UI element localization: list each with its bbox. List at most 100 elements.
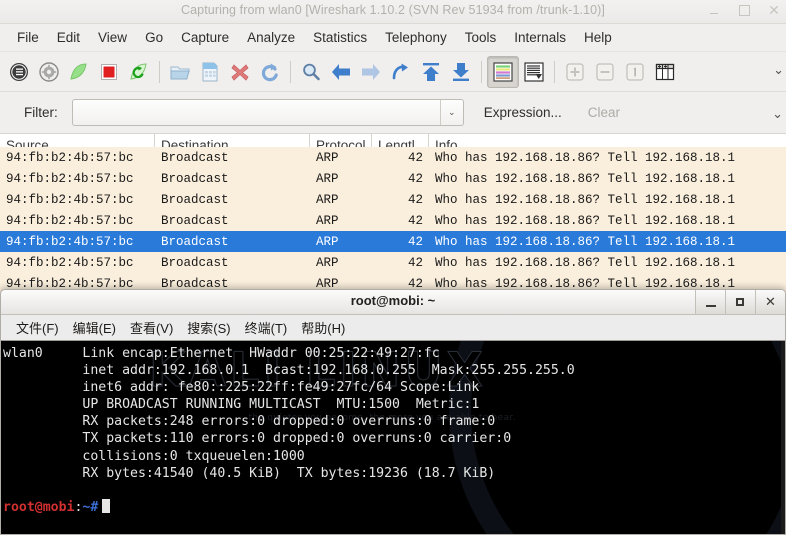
toolbar-stop-capture-button[interactable] <box>94 57 124 87</box>
packet-row[interactable]: 94:fb:b2:4b:57:bcBroadcastARP42Who has 1… <box>0 189 786 210</box>
wireshark-close-button[interactable]: ✕ <box>766 2 782 18</box>
toolbar-colorize-button[interactable] <box>487 56 519 88</box>
packet-row[interactable]: 94:fb:b2:4b:57:bcBroadcastARP42Who has 1… <box>0 210 786 231</box>
toolbar-zoom-out-button[interactable] <box>590 57 620 87</box>
toolbar-go-last-packet-button[interactable] <box>446 57 476 87</box>
toolbar-separator-1 <box>159 61 160 83</box>
terminal-line: collisions:0 txqueuelen:1000 <box>3 448 785 465</box>
toolbar-save-file-button[interactable] <box>195 57 225 87</box>
terminal-line: TX packets:110 errors:0 dropped:0 overru… <box>3 430 785 447</box>
packet-cell-protocol: ARP <box>310 172 372 186</box>
packet-row[interactable]: 94:fb:b2:4b:57:bcBroadcastARP42Who has 1… <box>0 168 786 189</box>
packet-cell-info: Who has 192.168.18.86? Tell 192.168.18.1 <box>429 235 786 249</box>
packet-cell-length: 42 <box>372 214 429 228</box>
terminal-title: root@mobi: ~ <box>1 293 785 308</box>
packet-cell-info: Who has 192.168.18.86? Tell 192.168.18.1 <box>429 193 786 207</box>
terminal-output: wlan0 Link encap:Ethernet HWaddr 00:25:2… <box>1 341 785 516</box>
toolbar-zoom-in-button[interactable] <box>560 57 590 87</box>
packet-cell-destination: Broadcast <box>155 193 310 207</box>
auto-scroll-icon <box>524 62 544 82</box>
toolbar-open-file-button[interactable] <box>165 57 195 87</box>
filter-combo[interactable]: ⌄ <box>72 99 464 126</box>
menu-view[interactable]: View <box>89 28 136 47</box>
terminal-window: root@mobi: ~ ✕ 文件(F) 编辑(E) 查看(V) 搜索(S) 终… <box>0 289 786 535</box>
menu-statistics[interactable]: Statistics <box>304 28 376 47</box>
toolbar-separator-2 <box>290 61 291 83</box>
wireshark-minimize-button[interactable] <box>706 2 722 18</box>
terminal-menu-view[interactable]: 查看(V) <box>123 316 180 339</box>
terminal-menu-file[interactable]: 文件(F) <box>9 316 66 339</box>
menu-help[interactable]: Help <box>575 28 621 47</box>
toolbar-close-file-button[interactable] <box>225 57 255 87</box>
packet-cell-length: 42 <box>372 235 429 249</box>
filterbar-overflow-chevron-down-icon[interactable]: ⌄ <box>772 106 783 122</box>
go-to-packet-icon <box>390 61 412 83</box>
colorize-icon <box>493 62 513 82</box>
filter-expression-button[interactable]: Expression... <box>478 102 568 123</box>
menu-go[interactable]: Go <box>136 28 172 47</box>
restart-capture-icon <box>128 61 150 83</box>
menu-analyze[interactable]: Analyze <box>238 28 304 47</box>
toolbar-go-forward-button[interactable] <box>356 57 386 87</box>
toolbar-capture-options-button[interactable] <box>34 57 64 87</box>
wireshark-title: Capturing from wlan0 [Wireshark 1.10.2 (… <box>0 3 786 17</box>
terminal-prompt-user: root@mobi <box>3 500 74 515</box>
menu-internals[interactable]: Internals <box>505 28 575 47</box>
packet-cell-info: Who has 192.168.18.86? Tell 192.168.18.1 <box>429 172 786 186</box>
packet-row[interactable]: 94:fb:b2:4b:57:bcBroadcastARP42Who has 1… <box>0 252 786 273</box>
terminal-titlebar: root@mobi: ~ ✕ <box>1 290 785 315</box>
filter-clear-button[interactable]: Clear <box>582 102 626 123</box>
go-forward-icon <box>360 61 382 83</box>
terminal-line: inet6 addr: fe80::225:22ff:fe49:27fc/64 … <box>3 379 785 396</box>
packet-cell-length: 42 <box>372 151 429 165</box>
menu-telephony[interactable]: Telephony <box>376 28 456 47</box>
zoom-in-icon <box>565 62 585 82</box>
toolbar-go-first-packet-button[interactable] <box>416 57 446 87</box>
toolbar-interfaces-button[interactable] <box>4 57 34 87</box>
toolbar-find-packet-button[interactable] <box>296 57 326 87</box>
terminal-body[interactable]: KALI LINUX ...the quieter you become, th… <box>1 340 785 534</box>
menu-capture[interactable]: Capture <box>172 28 238 47</box>
toolbar-overflow-chevron-down-icon[interactable]: ⌄ <box>773 62 784 78</box>
terminal-line: RX bytes:41540 (40.5 KiB) TX bytes:19236… <box>3 465 785 482</box>
terminal-prompt-line: root@mobi:~# <box>3 499 785 516</box>
packet-cell-source: 94:fb:b2:4b:57:bc <box>0 193 155 207</box>
wireshark-menubar: File Edit View Go Capture Analyze Statis… <box>0 24 786 52</box>
save-file-icon <box>199 61 221 83</box>
filter-dropdown-chevron-down-icon[interactable]: ⌄ <box>440 100 463 125</box>
terminal-close-button[interactable]: ✕ <box>755 290 785 314</box>
menu-file[interactable]: File <box>8 28 48 47</box>
terminal-menu-help[interactable]: 帮助(H) <box>294 316 352 339</box>
packet-cell-info: Who has 192.168.18.86? Tell 192.168.18.1 <box>429 151 786 165</box>
toolbar-go-back-button[interactable] <box>326 57 356 87</box>
toolbar-zoom-normal-button[interactable] <box>620 57 650 87</box>
packet-row[interactable]: 94:fb:b2:4b:57:bcBroadcastARP42Who has 1… <box>0 231 786 252</box>
close-file-icon <box>229 61 251 83</box>
filter-input[interactable] <box>73 100 440 125</box>
go-first-packet-icon <box>420 61 442 83</box>
terminal-line: UP BROADCAST RUNNING MULTICAST MTU:1500 … <box>3 396 785 413</box>
terminal-menu-edit[interactable]: 编辑(E) <box>66 316 123 339</box>
terminal-maximize-button[interactable] <box>725 290 755 314</box>
zoom-normal-icon <box>625 62 645 82</box>
packet-row[interactable]: 94:fb:b2:4b:57:bcBroadcastARP42Who has 1… <box>0 147 786 168</box>
menu-edit[interactable]: Edit <box>48 28 89 47</box>
terminal-line: RX packets:248 errors:0 dropped:0 overru… <box>3 413 785 430</box>
terminal-window-controls: ✕ <box>695 290 785 314</box>
toolbar-separator-3 <box>481 61 482 83</box>
packet-cell-protocol: ARP <box>310 193 372 207</box>
terminal-menu-terminal[interactable]: 终端(T) <box>238 316 295 339</box>
toolbar-reload-button[interactable] <box>255 57 285 87</box>
terminal-menu-search[interactable]: 搜索(S) <box>180 316 237 339</box>
menu-tools[interactable]: Tools <box>456 28 506 47</box>
toolbar-resize-columns-button[interactable] <box>650 57 680 87</box>
wireshark-toolbar: ⌄ <box>0 52 786 92</box>
terminal-minimize-button[interactable] <box>695 290 725 314</box>
toolbar-go-to-packet-button[interactable] <box>386 57 416 87</box>
wireshark-maximize-button[interactable] <box>736 2 752 18</box>
toolbar-auto-scroll-button[interactable] <box>519 57 549 87</box>
toolbar-start-capture-button[interactable] <box>64 57 94 87</box>
filter-label: Filter: <box>24 105 58 120</box>
toolbar-restart-capture-button[interactable] <box>124 57 154 87</box>
terminal-line <box>3 482 785 499</box>
